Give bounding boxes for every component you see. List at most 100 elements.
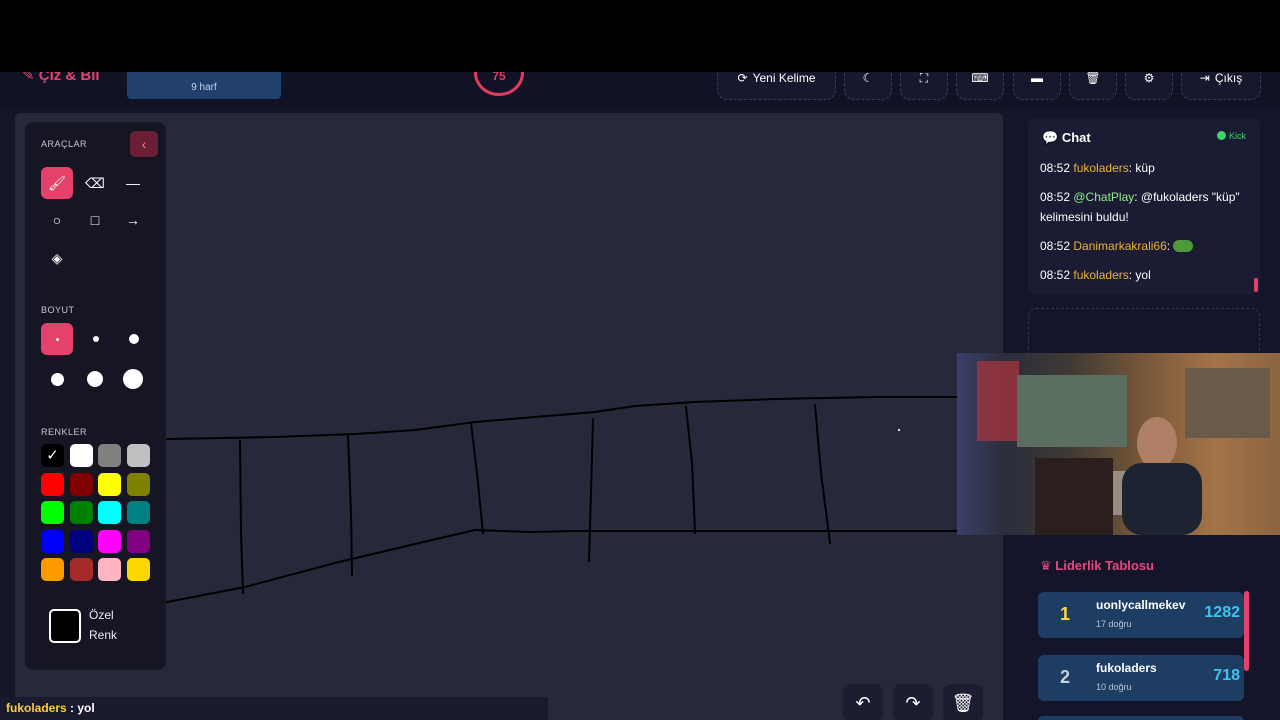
color-swatch[interactable] [41, 558, 64, 582]
chat-panel: 💬 Chat Kick 08:52 fukoladers: küp 08:52 … [1028, 118, 1260, 294]
chat-header: 💬 Chat [1042, 130, 1091, 146]
road-line-2 [347, 434, 353, 576]
size-label: BOYUT [41, 305, 75, 315]
color-swatch[interactable] [69, 558, 93, 582]
leader-rank: 1 [1060, 604, 1071, 624]
color-swatch[interactable] [126, 558, 150, 582]
color-swatch[interactable] [69, 529, 93, 553]
online-dot-icon [1216, 131, 1226, 140]
redo-button[interactable]: ↷ [893, 684, 933, 720]
message-time: 08:52 [1040, 161, 1071, 175]
color-swatch[interactable] [98, 558, 121, 582]
redo-icon: ↷ [905, 693, 921, 713]
undo-icon: ↶ [855, 693, 871, 713]
message-user[interactable]: fukoladers [1073, 161, 1128, 175]
color-swatch[interactable] [41, 472, 64, 496]
tool-panel: ARAÇLAR ‹ 🖌 ⌫ — ○ □ → ◈ BOYUT RENKLER ✓ … [25, 122, 166, 670]
undo-button[interactable]: ↶ [843, 684, 883, 720]
road-line-6 [814, 404, 831, 544]
leaderboard-row[interactable] [1038, 716, 1244, 720]
message-text: : [1166, 239, 1171, 253]
moon-icon: ☾ [862, 71, 874, 85]
leaderboard-title: ♛ Liderlik Tablosu [1040, 558, 1154, 574]
color-swatch[interactable] [41, 501, 64, 525]
message-text: : küp [1128, 161, 1155, 175]
refresh-icon: ⟳ [737, 71, 748, 85]
color-swatch[interactable] [69, 501, 93, 525]
leaderboard-row[interactable]: 2 fukoladers 10 doğru 718 [1038, 655, 1244, 701]
tools-label: ARAÇLAR [41, 139, 88, 149]
chat-message: 08:52 Danimarkakrali66: [1040, 236, 1250, 256]
status-user: fukoladers [6, 701, 67, 715]
color-swatch[interactable] [126, 501, 150, 525]
custom-color-label: Özel Renk [89, 608, 118, 642]
colors-label: RENKLER [41, 427, 88, 437]
chat-input-area[interactable] [1028, 308, 1260, 358]
color-swatch[interactable] [69, 472, 93, 496]
message-user[interactable]: fukoladers [1073, 268, 1128, 282]
line-tool[interactable]: — [117, 167, 149, 199]
size-6-button[interactable] [123, 369, 143, 389]
webcam-overlay [957, 353, 1280, 535]
leader-correct-count: 17 doğru [1096, 619, 1132, 629]
color-swatch[interactable] [98, 472, 121, 496]
color-swatch[interactable] [126, 472, 150, 496]
new-word-label: Yeni Kelime [752, 71, 816, 85]
arrow-tool[interactable]: → [117, 204, 149, 236]
eraser-tool[interactable]: ⌫ [79, 167, 111, 199]
leader-score: 1282 [1204, 604, 1240, 621]
status-text: : yol [66, 701, 95, 715]
color-swatch[interactable] [41, 529, 64, 553]
eraser-icon: ⌫ [85, 175, 105, 191]
color-swatch[interactable] [126, 529, 150, 553]
brush-tool[interactable]: 🖌 [41, 167, 73, 199]
color-swatch[interactable]: ✓ [41, 444, 64, 467]
size-5-button[interactable] [87, 371, 103, 387]
color-swatch[interactable] [98, 529, 121, 553]
color-swatch[interactable] [69, 444, 93, 467]
size-4-button[interactable] [51, 373, 64, 386]
chat-messages: 08:52 fukoladers: küp 08:52 @ChatPlay: @… [1040, 158, 1250, 294]
road-line-1 [239, 440, 244, 594]
message-time: 08:52 [1040, 239, 1071, 253]
custom-color-button[interactable] [49, 609, 81, 643]
chevron-left-icon: ‹ [141, 136, 147, 152]
message-text: : @fukoladers "küp" kelimesini buldu! [1040, 190, 1240, 224]
trash-icon: 🗑 [1085, 71, 1101, 85]
window-icon: ▬ [1031, 71, 1043, 85]
collapse-button[interactable]: ‹ [130, 131, 158, 157]
leaderboard-title-text: Liderlik Tablosu [1055, 558, 1154, 573]
clear-canvas-button[interactable]: 🗑 [943, 684, 983, 720]
leader-rank: 2 [1060, 667, 1071, 687]
message-text: : yol [1128, 268, 1151, 282]
gear-icon: ⚙ [1143, 71, 1155, 85]
leaderboard-scrollbar[interactable] [1244, 591, 1249, 671]
message-user[interactable]: @ChatPlay [1073, 190, 1134, 204]
fill-tool[interactable]: ◈ [41, 242, 73, 274]
leaderboard-row[interactable]: 1 uonlycallmekev 17 doğru 1282 [1038, 592, 1244, 638]
crown-icon: ♛ [1040, 558, 1056, 573]
trash-icon: 🗑 [951, 693, 975, 713]
leader-correct-count: 10 doğru [1096, 682, 1132, 692]
frog-emote-icon [1173, 240, 1194, 252]
app-root: ✎ Çiz & Bil 9 harf 75 ⟳ Yeni Kelime ☾ ⛶ ⌨… [0, 0, 1280, 720]
chat-scrollbar[interactable] [1254, 278, 1258, 292]
circle-tool[interactable]: ○ [41, 204, 73, 236]
leader-score: 718 [1213, 667, 1240, 684]
webcam-image [977, 361, 1270, 535]
leader-name: uonlycallmekev [1096, 598, 1186, 612]
color-swatch[interactable] [126, 444, 150, 467]
chat-message: 08:52 fukoladers: yol [1040, 265, 1250, 285]
color-swatch[interactable] [98, 444, 121, 467]
size-2-button[interactable] [93, 336, 99, 342]
chat-title: Chat [1061, 130, 1091, 145]
message-time: 08:52 [1040, 190, 1071, 204]
chat-bubbles-icon: 💬 [1042, 130, 1062, 145]
road-line-3 [470, 422, 484, 534]
size-3-button[interactable] [129, 334, 139, 344]
color-swatch[interactable] [98, 501, 121, 525]
square-icon: □ [90, 212, 100, 228]
size-1-dot [56, 338, 59, 341]
rectangle-tool[interactable]: □ [79, 204, 111, 236]
message-user[interactable]: Danimarkakrali66 [1073, 239, 1166, 253]
